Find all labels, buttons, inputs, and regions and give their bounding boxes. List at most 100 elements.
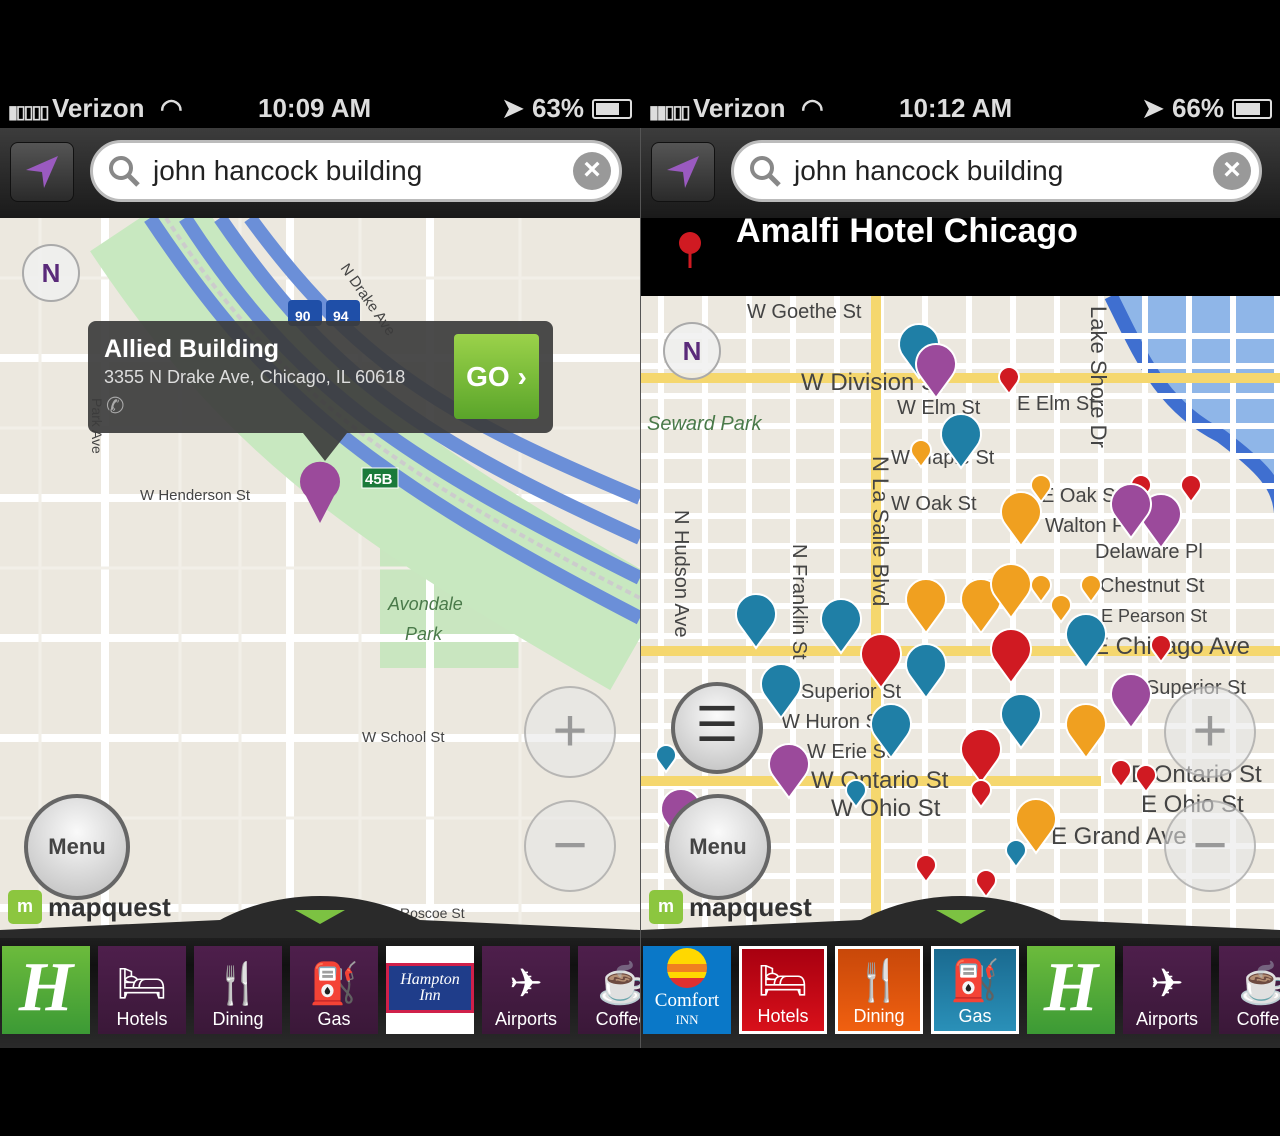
tile-holiday-inn[interactable]: H	[2, 946, 90, 1034]
tile-airports[interactable]: ✈ Airports	[1123, 946, 1211, 1034]
street-label: Superior St	[801, 681, 901, 703]
street-label: N Franklin St	[788, 544, 810, 660]
callout-title: Allied Building	[104, 335, 279, 363]
street-label: W Henderson St	[140, 487, 251, 504]
bed-icon: 🛏	[116, 962, 168, 1006]
search-input[interactable]: john hancock building ×	[90, 140, 622, 202]
street-label: Lake Shore Dr	[1086, 306, 1111, 448]
phone-icon[interactable]: ✆	[106, 393, 124, 419]
zoom-in-button[interactable]: +	[524, 686, 616, 778]
category-tray: H 🛏 Hotels 🍴 Dining ⛽ Gas Hampton Inn ✈ Airp…	[0, 930, 640, 1048]
callout-address: 3355 N Drake Ave, Chicago, IL 60618	[104, 367, 406, 387]
battery: ➤ 66%	[1142, 93, 1272, 124]
clock: 10:09 AM	[258, 93, 372, 123]
street-label: E Elm St	[1017, 393, 1095, 415]
search-icon	[109, 156, 140, 187]
result-header[interactable]: Amalfi Hotel Chicago	[641, 212, 1280, 296]
location-arrow-icon: ➤	[1142, 93, 1164, 123]
tile-airports[interactable]: ✈ Airports	[482, 946, 570, 1034]
street-label: Delaware Pl	[1095, 541, 1203, 563]
fork-knife-icon: 🍴	[213, 962, 263, 1006]
map-pin-hotel[interactable]	[1180, 474, 1202, 504]
map-pin-gas[interactable]	[1000, 693, 1042, 750]
street-label: W Ohio St	[831, 795, 941, 822]
map-pin-dining[interactable]	[1030, 574, 1052, 604]
coffee-cup-icon: ☕	[597, 962, 640, 1006]
mapquest-logo: m mapquest	[649, 890, 812, 924]
map-pin-gas[interactable]	[820, 598, 862, 655]
street-label: W Erie St	[807, 741, 892, 763]
status-bar: ▮▮▯▯▯ Verizon ◠ 10:12 AM ➤ 66%	[641, 88, 1280, 128]
menu-button[interactable]: Menu	[665, 794, 771, 900]
street-label: E Pearson St	[1101, 606, 1207, 626]
compass-button[interactable]: N	[663, 322, 721, 380]
battery: ➤ 63%	[502, 93, 632, 124]
tile-coffee[interactable]: ☕Coffee	[1219, 946, 1280, 1034]
zoom-out-button[interactable]: −	[524, 800, 616, 892]
location-arrow-icon	[26, 156, 58, 188]
map-pin-gas[interactable]	[1005, 839, 1027, 869]
list-view-button[interactable]: ☰	[671, 682, 763, 774]
search-input[interactable]: john hancock building ×	[731, 140, 1262, 202]
search-bar: john hancock building ×	[0, 128, 640, 218]
go-button[interactable]: GO ›	[454, 334, 539, 419]
tile-comfort-inn[interactable]: Comfort INN	[643, 946, 731, 1034]
signal-icon: ▮▯▯▯▯	[8, 102, 50, 122]
clear-search-button[interactable]: ×	[573, 152, 611, 190]
street-label: W School St	[362, 729, 445, 746]
tile-gas[interactable]: ⛽ Gas	[290, 946, 378, 1034]
tile-hotels[interactable]: 🛏 Hotels	[739, 946, 827, 1034]
tile-dining[interactable]: 🍴 Dining	[835, 946, 923, 1034]
map-pin-gas[interactable]	[905, 643, 947, 700]
screenshot-left: ▮▯▯▯▯ Verizon ◠ 10:09 AM ➤ 63% john hanco…	[0, 0, 640, 1136]
battery-icon	[592, 98, 632, 119]
tile-gas[interactable]: ⛽ Gas	[931, 946, 1019, 1034]
search-query: john hancock building	[153, 155, 423, 186]
status-bar: ▮▯▯▯▯ Verizon ◠ 10:09 AM ➤ 63%	[0, 88, 640, 128]
mapquest-logo: m mapquest	[8, 890, 171, 924]
search-bar: john hancock building ×	[641, 128, 1280, 218]
battery-percent: 66%	[1171, 93, 1224, 123]
current-location-button[interactable]	[651, 142, 715, 202]
street-label: W Oak St	[891, 493, 977, 515]
park-label: Park	[405, 624, 443, 644]
park-label: Seward Park	[647, 413, 762, 435]
map-pin-gas[interactable]	[735, 593, 777, 650]
svg-text:45B: 45B	[365, 471, 393, 488]
clear-search-button[interactable]: ×	[1213, 152, 1251, 190]
location-callout[interactable]: Allied Building 3355 N Drake Ave, Chicag…	[88, 321, 553, 461]
tile-dining[interactable]: 🍴 Dining	[194, 946, 282, 1034]
map-pin-hotel[interactable]	[990, 628, 1032, 685]
location-arrow-icon	[667, 156, 699, 188]
zoom-in-button[interactable]: +	[1164, 686, 1256, 778]
comfort-inn-logo	[667, 948, 707, 988]
airplane-icon: ✈	[1150, 962, 1184, 1006]
map-pin-dining[interactable]	[1000, 491, 1042, 548]
map-pin-hotel[interactable]	[860, 633, 902, 690]
location-arrow-icon: ➤	[502, 93, 524, 123]
zoom-out-button[interactable]: −	[1164, 800, 1256, 892]
tile-hotels[interactable]: 🛏 Hotels	[98, 946, 186, 1034]
battery-percent: 63%	[531, 93, 584, 123]
gas-pump-icon: ⛽	[950, 959, 1000, 1003]
menu-button[interactable]: Menu	[24, 794, 130, 900]
street-label: W Goethe St	[747, 301, 862, 323]
coffee-cup-icon: ☕	[1238, 962, 1280, 1006]
carrier: Verizon	[693, 93, 786, 123]
street-label: W Huron St	[781, 711, 885, 733]
map-pin-hotel[interactable]	[970, 779, 992, 809]
map-pin-hotel[interactable]	[1110, 759, 1132, 789]
street-label: E Oak St	[1041, 485, 1121, 507]
current-location-button[interactable]	[10, 142, 74, 202]
map-pin-dining[interactable]	[905, 578, 947, 635]
compass-button[interactable]: N	[22, 244, 80, 302]
battery-icon	[1232, 98, 1272, 119]
search-query: john hancock building	[794, 155, 1064, 186]
tile-holiday-inn[interactable]: H	[1027, 946, 1115, 1034]
tile-hampton-inn[interactable]: Hampton Inn	[386, 946, 474, 1034]
tile-coffee[interactable]: ☕Coffee	[578, 946, 640, 1034]
map-pin-purple[interactable]	[768, 743, 810, 800]
fork-knife-icon: 🍴	[854, 959, 904, 1003]
wifi-icon: ◠	[160, 93, 183, 123]
street-label: N La Salle Blvd	[868, 456, 893, 606]
